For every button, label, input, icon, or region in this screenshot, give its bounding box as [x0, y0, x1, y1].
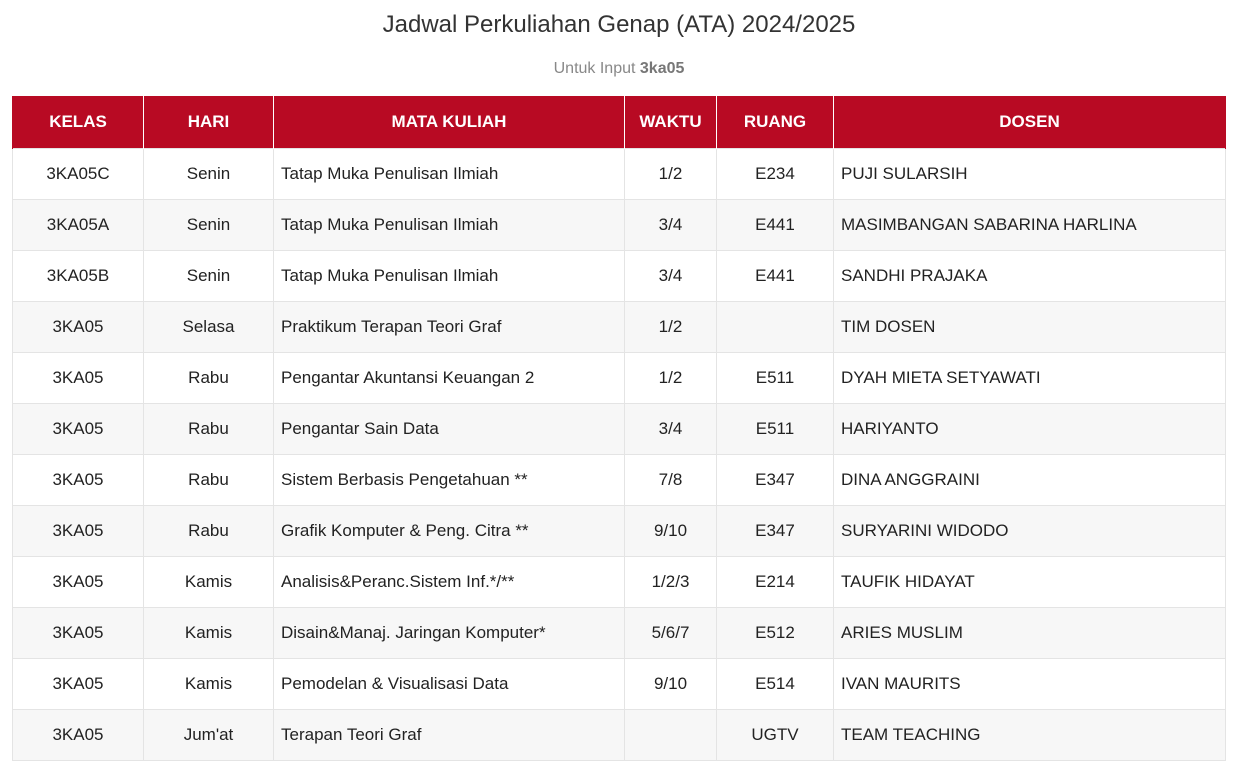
cell-kelas: 3KA05: [12, 352, 144, 404]
cell-ruang: E441: [716, 199, 834, 251]
table-row: 3KA05 Jum'at Terapan Teori Graf UGTV TEAM TE…: [12, 709, 1226, 761]
cell-ruang: E441: [716, 250, 834, 302]
cell-waktu: 9/10: [624, 658, 717, 710]
cell-kelas: 3KA05: [12, 403, 144, 455]
table-row: 3KA05 Rabu Pengantar Sain Data 3/4 E511 HARIY…: [12, 403, 1226, 455]
table-row: 3KA05 Rabu Sistem Berbasis Pengetahuan ** 7…: [12, 454, 1226, 506]
table-row: 3KA05A Senin Tatap Muka Penulisan Ilmiah 3/…: [12, 199, 1226, 251]
cell-hari: Senin: [143, 148, 274, 200]
cell-hari: Rabu: [143, 352, 274, 404]
cell-ruang: E512: [716, 607, 834, 659]
column-header-waktu: WAKTU: [624, 96, 717, 149]
cell-mata-kuliah: Terapan Teori Graf: [273, 709, 625, 761]
table-row: 3KA05 Rabu Grafik Komputer & Peng. Citra *…: [12, 505, 1226, 557]
cell-kelas: 3KA05: [12, 454, 144, 506]
cell-waktu: 1/2: [624, 148, 717, 200]
cell-waktu: 7/8: [624, 454, 717, 506]
cell-kelas: 3KA05: [12, 556, 144, 608]
cell-kelas: 3KA05: [12, 301, 144, 353]
header-row: KELAS HARI MATA KULIAH WAKTU RUANG DOSEN: [12, 96, 1226, 149]
cell-dosen: PUJI SULARSIH: [833, 148, 1226, 200]
table-row: 3KA05 Kamis Disain&Manaj. Jaringan Kompute…: [12, 607, 1226, 659]
cell-ruang: E214: [716, 556, 834, 608]
column-header-hari: HARI: [143, 96, 274, 149]
column-header-kelas: KELAS: [12, 96, 144, 149]
table-row: 3KA05 Kamis Pemodelan & Visualisasi Data 9/…: [12, 658, 1226, 710]
cell-hari: Kamis: [143, 556, 274, 608]
column-header-mata-kuliah: MATA KULIAH: [273, 96, 625, 149]
cell-ruang: E514: [716, 658, 834, 710]
cell-hari: Senin: [143, 199, 274, 251]
cell-kelas: 3KA05: [12, 658, 144, 710]
cell-waktu: 1/2: [624, 301, 717, 353]
page-title: Jadwal Perkuliahan Genap (ATA) 2024/2025: [382, 11, 856, 38]
cell-mata-kuliah: Grafik Komputer & Peng. Citra **: [273, 505, 625, 557]
table-body: 3KA05C Senin Tatap Muka Penulisan Ilmiah 1/…: [12, 148, 1226, 761]
cell-mata-kuliah: Tatap Muka Penulisan Ilmiah: [273, 148, 625, 200]
cell-ruang: E347: [716, 454, 834, 506]
cell-dosen: TEAM TEACHING: [833, 709, 1226, 761]
subtitle-prefix: Untuk Input: [553, 60, 636, 77]
cell-ruang: E511: [716, 352, 834, 404]
cell-waktu: [624, 709, 717, 761]
cell-mata-kuliah: Tatap Muka Penulisan Ilmiah: [273, 199, 625, 251]
cell-mata-kuliah: Pengantar Akuntansi Keuangan 2: [273, 352, 625, 404]
cell-mata-kuliah: Pemodelan & Visualisasi Data: [273, 658, 625, 710]
cell-mata-kuliah: Analisis&Peranc.Sistem Inf.*/**: [273, 556, 625, 608]
cell-dosen: DINA ANGGRAINI: [833, 454, 1226, 506]
cell-dosen: TAUFIK HIDAYAT: [833, 556, 1226, 608]
cell-waktu: 1/2: [624, 352, 717, 404]
cell-ruang: E347: [716, 505, 834, 557]
cell-dosen: MASIMBANGAN SABARINA HARLINA: [833, 199, 1226, 251]
page-subtitle: Untuk Input 3ka05: [0, 59, 1238, 79]
column-header-dosen: DOSEN: [833, 96, 1226, 149]
cell-dosen: IVAN MAURITS: [833, 658, 1226, 710]
cell-kelas: 3KA05B: [12, 250, 144, 302]
cell-ruang: E511: [716, 403, 834, 455]
cell-hari: Kamis: [143, 607, 274, 659]
cell-mata-kuliah: Tatap Muka Penulisan Ilmiah: [273, 250, 625, 302]
table-row: 3KA05B Senin Tatap Muka Penulisan Ilmiah 3/…: [12, 250, 1226, 302]
cell-hari: Jum'at: [143, 709, 274, 761]
table-row: 3KA05 Kamis Analisis&Peranc.Sistem Inf.*/*…: [12, 556, 1226, 608]
cell-dosen: ARIES MUSLIM: [833, 607, 1226, 659]
cell-hari: Rabu: [143, 505, 274, 557]
column-header-ruang: RUANG: [716, 96, 834, 149]
table-row: 3KA05 Selasa Praktikum Terapan Teori Graf 1…: [12, 301, 1226, 353]
cell-dosen: SURYARINI WIDODO: [833, 505, 1226, 557]
table-row: 3KA05C Senin Tatap Muka Penulisan Ilmiah 1/…: [12, 148, 1226, 200]
cell-hari: Selasa: [143, 301, 274, 353]
cell-kelas: 3KA05: [12, 709, 144, 761]
cell-kelas: 3KA05A: [12, 199, 144, 251]
cell-hari: Kamis: [143, 658, 274, 710]
cell-ruang: [716, 301, 834, 353]
cell-kelas: 3KA05C: [12, 148, 144, 200]
table-row: 3KA05 Rabu Pengantar Akuntansi Keuangan 21…: [12, 352, 1226, 404]
cell-dosen: HARIYANTO: [833, 403, 1226, 455]
cell-waktu: 3/4: [624, 403, 717, 455]
cell-kelas: 3KA05: [12, 607, 144, 659]
cell-waktu: 5/6/7: [624, 607, 717, 659]
schedule-table: KELAS HARI MATA KULIAH WAKTU RUANG DOSEN…: [12, 96, 1226, 761]
cell-waktu: 1/2/3: [624, 556, 717, 608]
cell-waktu: 9/10: [624, 505, 717, 557]
cell-dosen: DYAH MIETA SETYAWATI: [833, 352, 1226, 404]
cell-waktu: 3/4: [624, 250, 717, 302]
cell-hari: Senin: [143, 250, 274, 302]
cell-ruang: E234: [716, 148, 834, 200]
cell-dosen: SANDHI PRAJAKA: [833, 250, 1226, 302]
cell-mata-kuliah: Sistem Berbasis Pengetahuan **: [273, 454, 625, 506]
cell-mata-kuliah: Praktikum Terapan Teori Graf: [273, 301, 625, 353]
cell-kelas: 3KA05: [12, 505, 144, 557]
cell-mata-kuliah: Pengantar Sain Data: [273, 403, 625, 455]
cell-waktu: 3/4: [624, 199, 717, 251]
cell-mata-kuliah: Disain&Manaj. Jaringan Komputer*: [273, 607, 625, 659]
table-header: KELAS HARI MATA KULIAH WAKTU RUANG DOSEN: [12, 96, 1226, 149]
cell-hari: Rabu: [143, 454, 274, 506]
cell-hari: Rabu: [143, 403, 274, 455]
cell-dosen: TIM DOSEN: [833, 301, 1226, 353]
cell-ruang: UGTV: [716, 709, 834, 761]
subtitle-class-code: 3ka05: [639, 60, 685, 77]
